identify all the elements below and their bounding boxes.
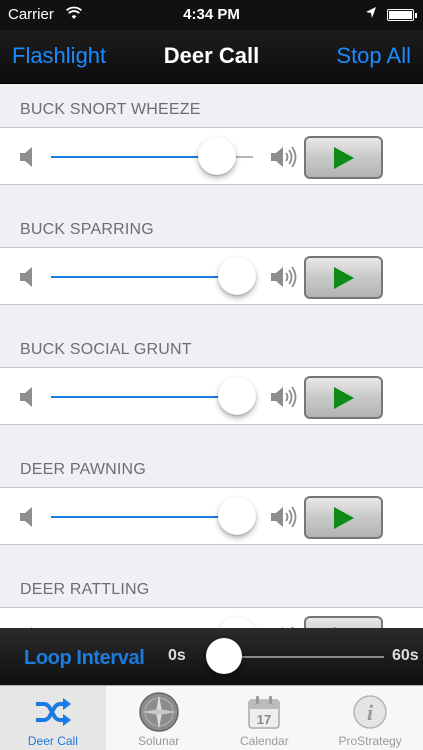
tab-bar: Deer Call Solunar 17 Calendar i ProStrat… xyxy=(0,685,423,750)
call-section: BUCK SPARRING xyxy=(0,205,423,305)
loop-interval-bar: Loop Interval 0s 60s xyxy=(0,628,423,685)
info-icon-glyph: i xyxy=(367,700,374,725)
calendar-icon-day: 17 xyxy=(257,712,271,727)
tab-prostrategy[interactable]: i ProStrategy xyxy=(317,686,423,750)
volume-slider-fill xyxy=(51,276,237,278)
volume-low-icon xyxy=(20,267,34,292)
volume-high-icon xyxy=(271,505,299,534)
call-row xyxy=(0,367,423,425)
call-section: DEER RATTLING xyxy=(0,565,423,628)
volume-low-icon xyxy=(20,507,34,532)
play-button[interactable] xyxy=(304,376,383,419)
status-bar: Carrier 4:34 PM xyxy=(0,0,423,30)
volume-slider-fill xyxy=(51,156,217,158)
call-row xyxy=(0,487,423,545)
call-name: BUCK SNORT WHEEZE xyxy=(20,101,201,118)
battery-icon xyxy=(387,9,417,21)
call-section: BUCK SNORT WHEEZE xyxy=(0,85,423,185)
play-button[interactable] xyxy=(304,256,383,299)
play-icon xyxy=(333,386,354,409)
shuffle-icon xyxy=(34,692,72,732)
play-icon xyxy=(333,506,354,529)
volume-high-icon xyxy=(271,265,299,294)
call-row xyxy=(0,607,423,628)
call-name: BUCK SOCIAL GRUNT xyxy=(20,341,192,358)
call-row xyxy=(0,247,423,305)
stop-all-button[interactable]: Stop All xyxy=(336,43,411,69)
volume-slider-thumb[interactable] xyxy=(217,257,256,295)
volume-slider-thumb[interactable] xyxy=(217,377,256,415)
volume-slider-thumb[interactable] xyxy=(217,497,256,535)
clock: 4:34 PM xyxy=(183,6,240,23)
compass-icon xyxy=(138,692,179,732)
volume-slider-fill xyxy=(51,516,237,518)
tab-label: Solunar xyxy=(137,734,180,748)
loop-interval-slider-track[interactable] xyxy=(224,656,384,658)
call-section: BUCK SOCIAL GRUNT xyxy=(0,325,423,425)
volume-low-icon xyxy=(20,387,34,412)
location-arrow-icon xyxy=(365,6,377,24)
info-icon: i xyxy=(352,692,388,732)
volume-high-icon xyxy=(271,145,299,174)
call-list[interactable]: BUCK SNORT WHEEZE BUCK SPARRING BUCK SOC… xyxy=(0,85,423,628)
tab-deer-call[interactable]: Deer Call xyxy=(0,686,106,750)
volume-low-icon xyxy=(20,147,34,172)
volume-slider-thumb[interactable] xyxy=(197,137,236,175)
tab-label: ProStrategy xyxy=(338,734,402,748)
tab-label: Deer Call xyxy=(27,734,78,748)
call-section: DEER PAWNING xyxy=(0,445,423,545)
loop-max-label: 60s xyxy=(392,647,419,664)
play-button[interactable] xyxy=(304,496,383,539)
navigation-bar: Flashlight Deer Call Stop All xyxy=(0,30,423,84)
loop-interval-label: Loop Interval xyxy=(24,647,145,669)
play-button[interactable] xyxy=(304,136,383,179)
volume-slider-thumb[interactable] xyxy=(217,617,256,628)
calendar-icon: 17 xyxy=(248,692,281,732)
volume-high-icon xyxy=(271,385,299,414)
tab-solunar[interactable]: Solunar xyxy=(106,686,212,750)
play-icon xyxy=(333,266,354,289)
play-icon xyxy=(333,146,354,169)
call-name: DEER RATTLING xyxy=(20,581,150,598)
tab-label: Calendar xyxy=(240,734,289,748)
volume-slider-fill xyxy=(51,396,237,398)
call-name: DEER PAWNING xyxy=(20,461,146,478)
loop-interval-slider-thumb[interactable] xyxy=(206,638,242,674)
call-name: BUCK SPARRING xyxy=(20,221,154,238)
play-button[interactable] xyxy=(304,616,383,628)
loop-min-label: 0s xyxy=(168,647,186,664)
call-row xyxy=(0,127,423,185)
tab-calendar[interactable]: 17 Calendar xyxy=(212,686,318,750)
